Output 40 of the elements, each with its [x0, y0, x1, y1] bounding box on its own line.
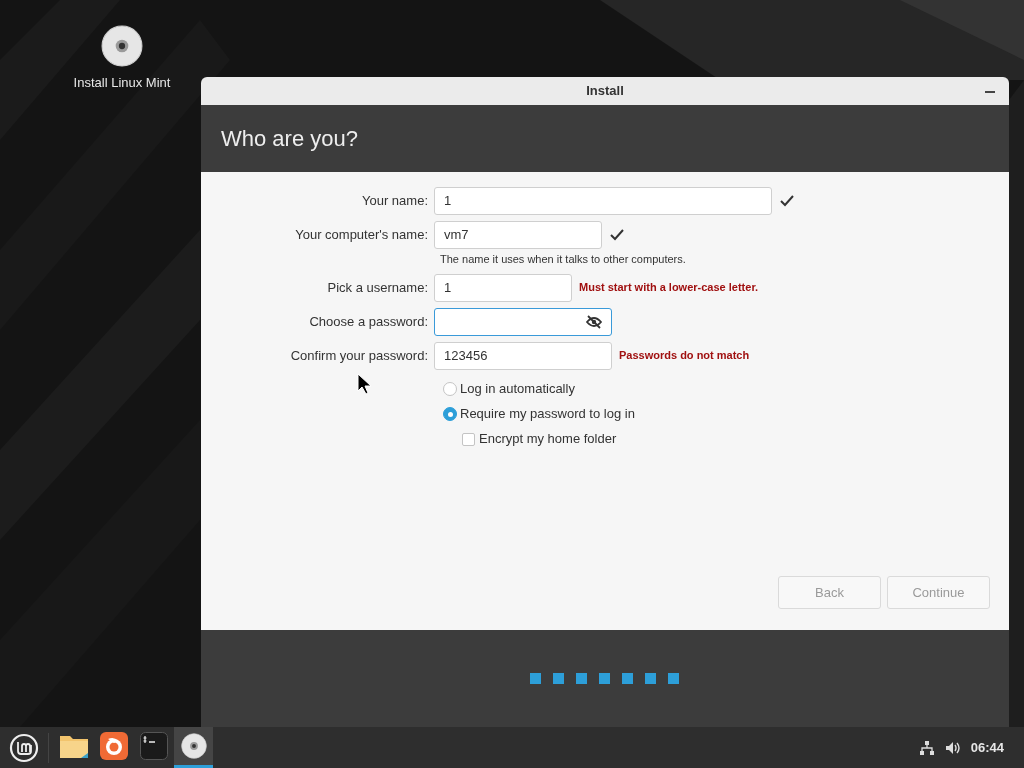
radio-label[interactable]: Require my password to log in [460, 404, 635, 424]
radio-button[interactable] [443, 407, 457, 421]
field-label: Your name: [362, 192, 428, 211]
field-value: 123456 [444, 346, 489, 365]
disc-icon [101, 25, 143, 67]
hint-text: The name it uses when it talks to other computers. [440, 252, 687, 267]
page-heading: Who are you? [221, 125, 358, 153]
field-label: Choose a password: [309, 312, 428, 331]
cursor-icon [357, 373, 373, 395]
field-value: 1 [444, 278, 453, 297]
disc-icon [180, 733, 207, 759]
terminal-icon[interactable] [139, 732, 168, 760]
field-label: Confirm your password: [290, 346, 428, 365]
input-field[interactable]: 1 [434, 273, 572, 302]
checkbox[interactable] [462, 432, 475, 446]
browser-icon[interactable] [99, 732, 128, 760]
menu-icon[interactable] [9, 732, 39, 763]
check-icon [610, 229, 624, 241]
input-field[interactable]: 1 [434, 187, 772, 215]
radio-label[interactable]: Log in automatically [460, 379, 575, 399]
check-icon [780, 195, 794, 207]
input-field[interactable]: vm7 [434, 221, 602, 249]
input-field[interactable]: 123456 [434, 341, 612, 370]
error-message: Must start with a lower-case letter. [579, 280, 759, 296]
field-value: vm7 [444, 226, 470, 245]
password-field[interactable] [434, 307, 612, 336]
window-title: Install [586, 82, 624, 101]
network-icon[interactable] [918, 739, 935, 756]
radio-button[interactable] [443, 382, 457, 396]
field-label: Your computer's name: [295, 226, 428, 245]
clock[interactable]: 06:44 [970, 737, 1004, 758]
volume-icon[interactable] [944, 740, 961, 755]
folder-icon[interactable] [58, 733, 89, 759]
field-value: 1 [444, 192, 453, 211]
field-label: Pick a username: [327, 278, 428, 297]
desktop-icon-label[interactable]: Install Linux Mint [73, 73, 171, 93]
checkbox-label[interactable]: Encrypt my home folder [479, 429, 617, 449]
error-message: Passwords do not match [619, 348, 750, 364]
taskbar-app[interactable] [174, 727, 213, 768]
eye-off-icon[interactable] [586, 314, 602, 329]
